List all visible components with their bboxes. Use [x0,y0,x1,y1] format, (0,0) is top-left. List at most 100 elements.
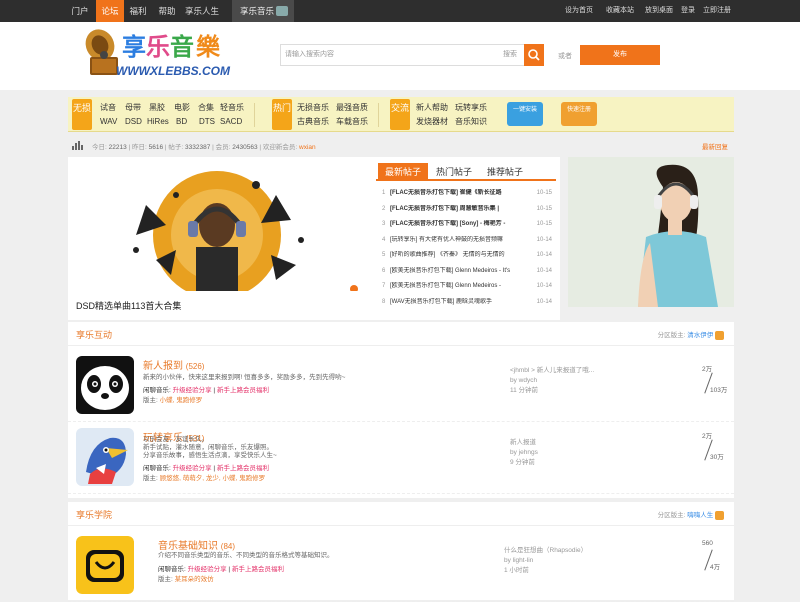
tab-latest-posts[interactable]: 最新帖子 [378,163,428,181]
last-post[interactable]: <jhmbl > 新人儿来报道了哦... by wdych 11 分钟前 [510,366,640,396]
grid-icon [276,6,288,16]
nav-help[interactable]: 帮助 [152,0,182,22]
cat-link[interactable]: 最强音质 [336,102,368,114]
search-icon [528,49,540,61]
last-post[interactable]: 新人报道 by jehngs 9 分钟前 [510,438,640,468]
register-link[interactable]: 立即注册 [703,0,731,22]
site-logo[interactable]: 享 乐 音 樂 WWW. XLEBBS.COM [78,25,244,85]
cat-link[interactable]: HiRes [147,116,169,128]
site-header: 享 乐 音 樂 WWW. XLEBBS.COM 请输入搜索内容 搜索 或者 发布 [0,22,800,90]
nav-life[interactable]: 享乐人生 [182,0,222,22]
set-homepage-link[interactable]: 设为首页 [565,0,593,22]
forum-row: 新人报到 (526) 新来的小伙伴，快来这里来报到啊! 恒喜多多，奖励多多，先到… [68,350,734,422]
bird-character-icon[interactable] [76,428,134,486]
forum-description: 介绍不同音乐类型的音乐、不同类型的音乐格式等基础知识。 [158,552,334,559]
cat-link[interactable]: DTS [199,116,215,128]
forum-row: 音乐基础知识 (84) 介绍不同音乐类型的音乐、不同类型的音乐格式等基础知识。 … [68,530,734,602]
post-button[interactable]: 发布 [580,45,660,65]
cat-link[interactable]: WAV [100,116,117,128]
post-row[interactable]: 6 [欧美无损音乐打包下载] Glenn Medeiros - It's 10-14 [382,267,552,277]
post-title[interactable]: [玩转享乐] 有大佬有优人神鼓的无损音频嘛 [390,236,526,244]
post-title[interactable]: [FLAC无损音乐打包下载] [Sony] - 梅艳芳 - [390,220,526,228]
cat-link[interactable]: 新人帮助 [416,102,448,114]
cat-link[interactable]: 电影 [174,102,190,114]
smiley-icon[interactable] [76,536,134,594]
post-title[interactable]: [好听的歌曲推荐] 《齐秦》 无情的与无情的 [390,251,526,259]
post-row[interactable]: 8 [WAV无损音乐打包下载] 鹿晗灵魂歌手 10-14 [382,298,552,308]
collapse-icon[interactable] [715,330,724,340]
cat-link[interactable]: 试音 [100,102,116,114]
post-title[interactable]: [欧美无损音乐打包下载] Glenn Medeiros - [390,282,526,290]
bookmark-link[interactable]: 收藏本站 [606,0,634,22]
moderator-links[interactable]: 某耳朵的效仿 [175,576,214,583]
last-post[interactable]: 什么是狂想曲（Rhapsodie） by light-lin 1 小时前 [504,546,634,576]
login-link[interactable]: 登录 [681,0,695,22]
post-title[interactable]: [FLAC无损音乐打包下载] 周慧敏音乐集 | [390,205,526,213]
nav-portal[interactable]: 门户 [64,0,96,22]
tab-recommended-posts[interactable]: 推荐帖子 [480,163,530,181]
search-box[interactable]: 请输入搜索内容 搜索 [280,44,542,66]
cat-link[interactable]: 合集 [198,102,214,114]
subforum-link[interactable]: 升级经验分享 [173,465,212,472]
cat-link[interactable]: 轻音乐 [220,102,244,114]
cat-link[interactable]: 发烧器材 [416,116,448,128]
one-click-install-button[interactable]: 一键安装 [507,102,543,126]
section-moderator-name[interactable]: 嗨嗨人生 [687,512,713,519]
nav-welfare[interactable]: 福利 [124,0,152,22]
svg-text:享: 享 [122,32,146,61]
post-title[interactable]: [FLAC无损音乐打包下载] 崔健《新长征路 [390,189,526,197]
tab-hot-posts[interactable]: 热门帖子 [430,163,478,181]
cat-link[interactable]: 黑胶 [149,102,165,114]
subforum-link[interactable]: 新手上路会员福利 [232,566,284,573]
subforum-link[interactable]: 升级经验分享 [188,566,227,573]
slide-caption[interactable]: DSD精选单曲113首大合集 [76,299,181,312]
post-title[interactable]: [欧美无损音乐打包下载] Glenn Medeiros - It's [390,267,526,275]
collapse-icon[interactable] [715,510,724,520]
panda-icon[interactable] [76,356,134,414]
stats-text: 今日: 22213 | 昨日: 5616 | 帖子: 3332387 | 会员:… [92,144,316,151]
desktop-link[interactable]: 放到桌面 [645,0,673,22]
forum-subforums: 闲聊音乐: 升级经验分享 | 新手上路会员福利 [143,387,269,394]
post-row[interactable]: 7 [欧美无损音乐打包下载] Glenn Medeiros - 10-14 [382,282,552,292]
cat-link[interactable]: 古典音乐 [297,116,329,128]
forum-name[interactable]: 新人报到 (526) [143,357,204,372]
cat-link[interactable]: 车载音乐 [336,116,368,128]
subforum-link[interactable]: 新手上路会员福利 [217,387,269,394]
post-row[interactable]: 1 [FLAC无损音乐打包下载] 崔健《新长征路 10-15 [382,189,552,199]
cat-link[interactable]: DSD [125,116,142,128]
ad-photo[interactable] [568,157,734,307]
cat-link[interactable]: 音乐知识 [455,116,487,128]
welcome-user-link[interactable]: wxian [299,144,316,151]
forum-moderators: 版主: 小蝶, 鬼跑修罗 [143,397,203,404]
search-button[interactable] [524,44,544,66]
section-title[interactable]: 享乐互动 [76,328,112,341]
forum-name[interactable]: 音乐基础知识 (84) [158,537,235,552]
moderator-links[interactable]: 小蝶, 鬼跑修罗 [160,397,203,404]
cat-link[interactable]: BD [176,116,187,128]
latest-replies-link[interactable]: 最新回复 [702,141,728,151]
quick-register-button[interactable]: 快速注册 [561,102,597,126]
forum-description: 以乐会友，友谊长久。 新手试贴，灌水随意，闲聊音乐，乐友爆照。 分享音乐故事，感悟生… [143,436,277,459]
post-row[interactable]: 4 [玩转享乐] 有大佬有优人神鼓的无损音频嘛 10-14 [382,236,552,246]
post-row[interactable]: 2 [FLAC无损音乐打包下载] 周慧敏音乐集 | 10-15 [382,205,552,215]
post-title[interactable]: [WAV无损音乐打包下载] 鹿晗灵魂歌手 [390,298,526,306]
section-title[interactable]: 享乐学院 [76,508,112,521]
search-input[interactable]: 请输入搜索内容 [285,45,334,65]
cat-link[interactable]: 母带 [125,102,141,114]
nav-forum[interactable]: 论坛 [96,0,124,22]
cat-link[interactable]: SACD [220,116,242,128]
subforum-link[interactable]: 新手上路会员福利 [217,465,269,472]
section-moderator-name[interactable]: 清水伊伊 [687,332,713,339]
cat-link[interactable]: 无损音乐 [297,102,329,114]
slide-image[interactable] [76,165,358,291]
search-type-label[interactable]: 搜索 [503,45,517,65]
cat-link[interactable]: 玩转享乐 [455,102,487,114]
nav-music-tab[interactable]: 享乐音乐 [232,0,294,22]
post-row[interactable]: 3 [FLAC无损音乐打包下载] [Sony] - 梅艳芳 - 10-15 [382,220,552,230]
subforum-link[interactable]: 升级经验分享 [173,387,212,394]
svg-text:XLEBBS.COM: XLEBBS.COM [149,64,231,78]
section-interaction: 享乐互动 分区版主: 清水伊伊 新人报到 (526) 新来的小伙伴，快来这里来报… [68,322,734,498]
section-moderator: 分区版主: 嗨嗨人生 [658,509,724,520]
post-row[interactable]: 5 [好听的歌曲推荐] 《齐秦》 无情的与无情的 10-14 [382,251,552,261]
moderator-links[interactable]: 顾悠悠, 萌萌夕, 龙少, 小蝶, 鬼跑修罗 [160,475,265,482]
